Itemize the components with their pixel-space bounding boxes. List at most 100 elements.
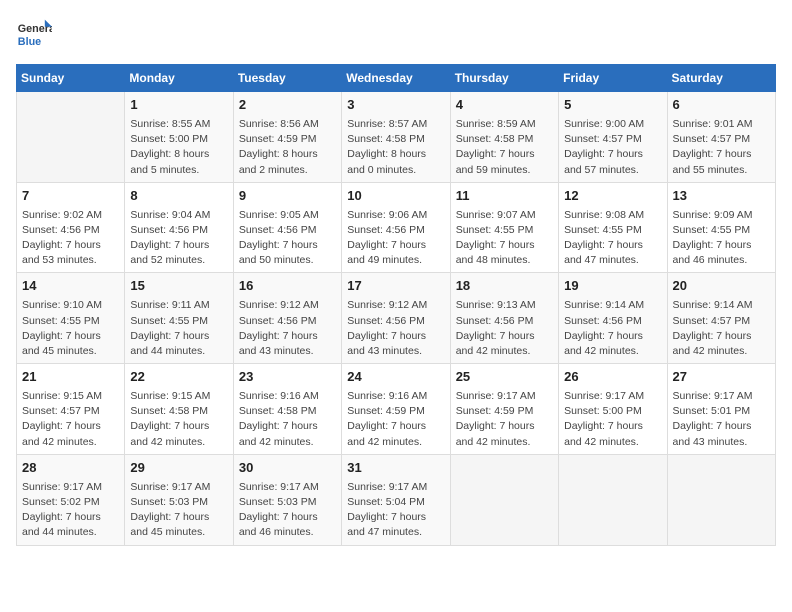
logo-icon: GeneralBlue xyxy=(16,16,52,52)
day-number: 29 xyxy=(130,459,227,478)
day-number: 24 xyxy=(347,368,444,387)
day-number: 31 xyxy=(347,459,444,478)
table-row: 5 Sunrise: 9:00 AMSunset: 4:57 PMDaylight… xyxy=(559,92,667,183)
table-row: 2 Sunrise: 8:56 AMSunset: 4:59 PMDaylight… xyxy=(233,92,341,183)
day-number: 4 xyxy=(456,96,553,115)
table-row: 12Sunrise: 9:08 AMSunset: 4:55 PMDayligh… xyxy=(559,182,667,273)
day-number: 26 xyxy=(564,368,661,387)
day-info: Sunrise: 9:16 AMSunset: 4:58 PMDaylight:… xyxy=(239,389,336,450)
table-row: 31 Sunrise: 9:17 AMSunset: 5:04 PMDayligh… xyxy=(342,454,450,545)
day-number: 9 xyxy=(239,187,336,206)
day-number: 3 xyxy=(347,96,444,115)
table-row: 28 Sunrise: 9:17 AMSunset: 5:02 PMDayligh… xyxy=(17,454,125,545)
table-row xyxy=(17,92,125,183)
day-info: Sunrise: 9:13 AMSunset: 4:56 PMDaylight:… xyxy=(456,298,553,359)
day-number: 2 xyxy=(239,96,336,115)
day-info: Sunrise: 9:09 AMSunset: 4:55 PMDaylight:… xyxy=(673,208,770,269)
day-info: Sunrise: 8:56 AMSunset: 4:59 PMDaylight:… xyxy=(239,117,336,178)
weekday-header-tuesday: Tuesday xyxy=(233,65,341,92)
day-info: Sunrise: 9:05 AMSunset: 4:56 PMDaylight:… xyxy=(239,208,336,269)
table-row: 14 Sunrise: 9:10 AMSunset: 4:55 PMDayligh… xyxy=(17,273,125,364)
logo: GeneralBlue xyxy=(16,16,52,52)
table-row: 23 Sunrise: 9:16 AMSunset: 4:58 PMDayligh… xyxy=(233,364,341,455)
day-info: Sunrise: 9:01 AMSunset: 4:57 PMDaylight:… xyxy=(673,117,770,178)
table-row xyxy=(450,454,558,545)
table-row: 15Sunrise: 9:11 AMSunset: 4:55 PMDayligh… xyxy=(125,273,233,364)
table-row: 20 Sunrise: 9:14 AMSunset: 4:57 PMDayligh… xyxy=(667,273,775,364)
day-number: 21 xyxy=(22,368,119,387)
day-info: Sunrise: 9:00 AMSunset: 4:57 PMDaylight:… xyxy=(564,117,661,178)
day-number: 18 xyxy=(456,277,553,296)
table-row: 6 Sunrise: 9:01 AMSunset: 4:57 PMDaylight… xyxy=(667,92,775,183)
day-info: Sunrise: 8:59 AMSunset: 4:58 PMDaylight:… xyxy=(456,117,553,178)
weekday-header-thursday: Thursday xyxy=(450,65,558,92)
day-info: Sunrise: 9:15 AMSunset: 4:58 PMDaylight:… xyxy=(130,389,227,450)
day-number: 11 xyxy=(456,187,553,206)
day-info: Sunrise: 9:12 AMSunset: 4:56 PMDaylight:… xyxy=(239,298,336,359)
day-number: 14 xyxy=(22,277,119,296)
table-row: 22 Sunrise: 9:15 AMSunset: 4:58 PMDayligh… xyxy=(125,364,233,455)
table-row: 29 Sunrise: 9:17 AMSunset: 5:03 PMDayligh… xyxy=(125,454,233,545)
weekday-header-friday: Friday xyxy=(559,65,667,92)
day-number: 13 xyxy=(673,187,770,206)
table-row: 17 Sunrise: 9:12 AMSunset: 4:56 PMDayligh… xyxy=(342,273,450,364)
day-number: 22 xyxy=(130,368,227,387)
day-info: Sunrise: 9:02 AMSunset: 4:56 PMDaylight:… xyxy=(22,208,119,269)
table-row: 8 Sunrise: 9:04 AMSunset: 4:56 PMDaylight… xyxy=(125,182,233,273)
day-number: 20 xyxy=(673,277,770,296)
day-number: 7 xyxy=(22,187,119,206)
table-row: 7 Sunrise: 9:02 AMSunset: 4:56 PMDaylight… xyxy=(17,182,125,273)
table-row xyxy=(667,454,775,545)
day-info: Sunrise: 9:14 AMSunset: 4:56 PMDaylight:… xyxy=(564,298,661,359)
table-row: 30 Sunrise: 9:17 AMSunset: 5:03 PMDayligh… xyxy=(233,454,341,545)
day-info: Sunrise: 9:15 AMSunset: 4:57 PMDaylight:… xyxy=(22,389,119,450)
day-number: 30 xyxy=(239,459,336,478)
day-info: Sunrise: 9:16 AMSunset: 4:59 PMDaylight:… xyxy=(347,389,444,450)
day-number: 28 xyxy=(22,459,119,478)
calendar-table: SundayMondayTuesdayWednesdayThursdayFrid… xyxy=(16,64,776,546)
day-info: Sunrise: 9:07 AMSunset: 4:55 PMDaylight:… xyxy=(456,208,553,269)
day-number: 10 xyxy=(347,187,444,206)
table-row: 13 Sunrise: 9:09 AMSunset: 4:55 PMDayligh… xyxy=(667,182,775,273)
table-row: 18 Sunrise: 9:13 AMSunset: 4:56 PMDayligh… xyxy=(450,273,558,364)
table-row: 26 Sunrise: 9:17 AMSunset: 5:00 PMDayligh… xyxy=(559,364,667,455)
day-info: Sunrise: 9:17 AMSunset: 5:02 PMDaylight:… xyxy=(22,480,119,541)
day-info: Sunrise: 9:11 AMSunset: 4:55 PMDaylight:… xyxy=(130,298,227,359)
day-info: Sunrise: 9:14 AMSunset: 4:57 PMDaylight:… xyxy=(673,298,770,359)
svg-text:Blue: Blue xyxy=(18,36,41,48)
day-info: Sunrise: 9:17 AMSunset: 5:03 PMDaylight:… xyxy=(130,480,227,541)
day-info: Sunrise: 9:10 AMSunset: 4:55 PMDaylight:… xyxy=(22,298,119,359)
table-row: 10 Sunrise: 9:06 AMSunset: 4:56 PMDayligh… xyxy=(342,182,450,273)
day-number: 17 xyxy=(347,277,444,296)
day-info: Sunrise: 9:17 AMSunset: 5:03 PMDaylight:… xyxy=(239,480,336,541)
day-info: Sunrise: 9:08 AMSunset: 4:55 PMDaylight:… xyxy=(564,208,661,269)
table-row: 4 Sunrise: 8:59 AMSunset: 4:58 PMDaylight… xyxy=(450,92,558,183)
day-number: 23 xyxy=(239,368,336,387)
table-row: 27 Sunrise: 9:17 AMSunset: 5:01 PMDayligh… xyxy=(667,364,775,455)
table-row: 21 Sunrise: 9:15 AMSunset: 4:57 PMDayligh… xyxy=(17,364,125,455)
table-row: 25 Sunrise: 9:17 AMSunset: 4:59 PMDayligh… xyxy=(450,364,558,455)
day-info: Sunrise: 8:57 AMSunset: 4:58 PMDaylight:… xyxy=(347,117,444,178)
table-row: 9 Sunrise: 9:05 AMSunset: 4:56 PMDaylight… xyxy=(233,182,341,273)
day-number: 6 xyxy=(673,96,770,115)
day-info: Sunrise: 8:55 AMSunset: 5:00 PMDaylight:… xyxy=(130,117,227,178)
day-number: 5 xyxy=(564,96,661,115)
day-info: Sunrise: 9:04 AMSunset: 4:56 PMDaylight:… xyxy=(130,208,227,269)
table-row: 11 Sunrise: 9:07 AMSunset: 4:55 PMDayligh… xyxy=(450,182,558,273)
day-info: Sunrise: 9:17 AMSunset: 4:59 PMDaylight:… xyxy=(456,389,553,450)
day-info: Sunrise: 9:17 AMSunset: 5:00 PMDaylight:… xyxy=(564,389,661,450)
day-info: Sunrise: 9:17 AMSunset: 5:01 PMDaylight:… xyxy=(673,389,770,450)
weekday-header-saturday: Saturday xyxy=(667,65,775,92)
day-number: 25 xyxy=(456,368,553,387)
day-info: Sunrise: 9:12 AMSunset: 4:56 PMDaylight:… xyxy=(347,298,444,359)
page-header: GeneralBlue xyxy=(16,16,776,52)
day-number: 27 xyxy=(673,368,770,387)
table-row: 19Sunrise: 9:14 AMSunset: 4:56 PMDayligh… xyxy=(559,273,667,364)
table-row xyxy=(559,454,667,545)
day-number: 8 xyxy=(130,187,227,206)
table-row: 16Sunrise: 9:12 AMSunset: 4:56 PMDayligh… xyxy=(233,273,341,364)
day-number: 1 xyxy=(130,96,227,115)
day-info: Sunrise: 9:17 AMSunset: 5:04 PMDaylight:… xyxy=(347,480,444,541)
day-info: Sunrise: 9:06 AMSunset: 4:56 PMDaylight:… xyxy=(347,208,444,269)
table-row: 24 Sunrise: 9:16 AMSunset: 4:59 PMDayligh… xyxy=(342,364,450,455)
